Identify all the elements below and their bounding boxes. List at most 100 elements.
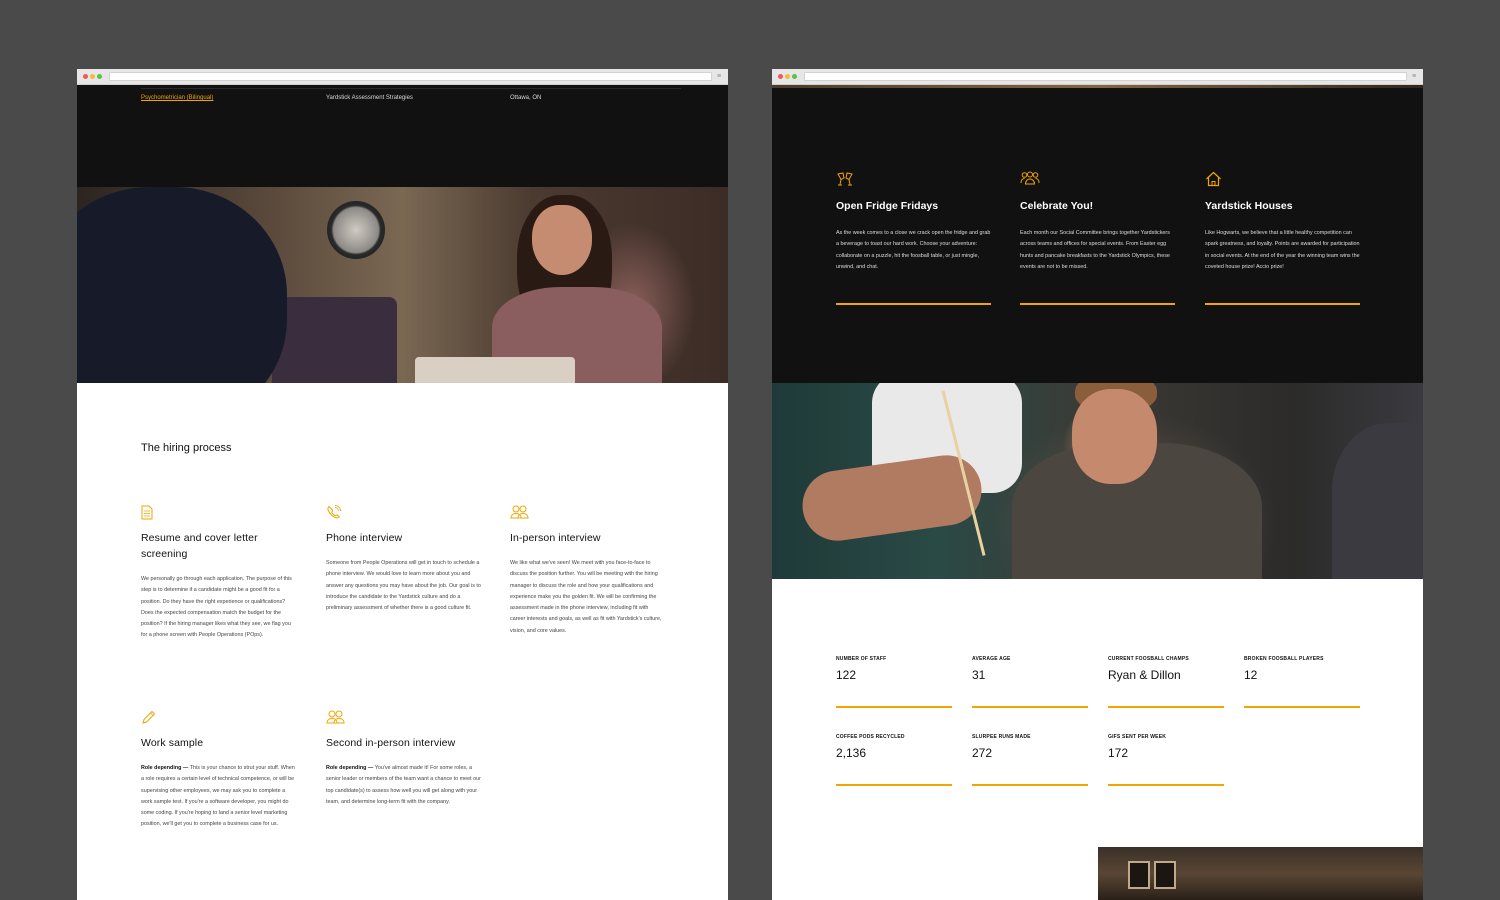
stat-foosball-champs: CURRENT FOOSBALL CHAMPS Ryan & Dillon — [1108, 656, 1224, 708]
browser-chrome: ≡ — [772, 69, 1423, 85]
stat-label: COFFEE PODS RECYCLED — [836, 734, 905, 740]
step-title: Resume and cover letter screening — [141, 532, 258, 560]
stat-number-of-staff: NUMBER OF STAFF 122 — [836, 656, 952, 708]
accent-underline — [836, 706, 952, 708]
arms — [798, 450, 986, 546]
stat-label: BROKEN FOOSBALL PLAYERS — [1244, 656, 1324, 662]
close-window-dot[interactable] — [778, 74, 783, 79]
perk-open-fridge-fridays: Open Fridge Fridays As the week comes to… — [836, 171, 991, 305]
left-page-content: Psychometrician (Bilingual) Yardstick As… — [77, 85, 728, 900]
job-team: Yardstick Assessment Strategies — [326, 95, 413, 101]
people-icon — [510, 505, 529, 519]
laptop — [415, 357, 575, 383]
close-window-dot[interactable] — [83, 74, 88, 79]
job-listing-section: Psychometrician (Bilingual) Yardstick As… — [77, 85, 728, 187]
cheers-icon — [836, 171, 853, 187]
stat-value: 2,136 — [836, 746, 867, 760]
address-bar[interactable] — [109, 72, 712, 81]
accent-underline — [972, 706, 1088, 708]
stat-average-age: AVERAGE AGE 31 — [972, 656, 1088, 708]
office-interview-photo — [77, 187, 728, 383]
step-title: In-person interview — [510, 532, 601, 544]
hamburger-menu-icon[interactable]: ≡ — [717, 73, 724, 80]
accent-underline — [1108, 784, 1224, 786]
role-depending-lead: Role depending — — [141, 765, 189, 771]
perk-title: Yardstick Houses — [1205, 200, 1293, 212]
section-title-hiring-process: The hiring process — [141, 442, 232, 454]
pencil-icon — [141, 710, 156, 724]
step-description: We like what we've seen! We meet with yo… — [510, 560, 662, 634]
step-title: Work sample — [141, 737, 204, 749]
group-icon — [1020, 171, 1040, 187]
step-in-person-interview: In-person interview We like what we've s… — [510, 505, 665, 637]
stat-label: GIFS SENT PER WEEK — [1108, 734, 1167, 740]
stat-value: 31 — [972, 668, 986, 682]
document-icon — [141, 505, 155, 520]
browser-chrome: ≡ — [77, 69, 728, 85]
perk-description: Like Hogwarts, we believe that a little … — [1205, 230, 1360, 271]
address-bar[interactable] — [804, 72, 1407, 81]
job-location: Ottawa, ON — [510, 95, 542, 101]
step-description: Role depending — You've almost made it! … — [326, 763, 481, 808]
stat-label: AVERAGE AGE — [972, 656, 1011, 662]
stat-value: 12 — [1244, 668, 1258, 682]
people-icon — [326, 710, 345, 724]
accent-underline — [1108, 706, 1224, 708]
interviewer-silhouette — [77, 187, 287, 383]
step-title: Second in-person interview — [326, 737, 456, 749]
perk-description: Each month our Social Committee brings t… — [1020, 230, 1170, 271]
perk-yardstick-houses: Yardstick Houses Like Hogwarts, we belie… — [1205, 171, 1360, 305]
minimize-window-dot[interactable] — [90, 74, 95, 79]
accent-underline — [1244, 706, 1360, 708]
minimize-window-dot[interactable] — [785, 74, 790, 79]
stat-value: 172 — [1108, 746, 1129, 760]
divider — [141, 88, 681, 89]
office-sign-photo — [1098, 847, 1423, 900]
accent-underline — [1205, 303, 1360, 305]
perk-celebrate-you: Celebrate You! Each month our Social Com… — [1020, 171, 1175, 305]
stat-gifs-sent: GIFS SENT PER WEEK 172 — [1108, 734, 1224, 786]
perks-section: Open Fridge Fridays As the week comes to… — [772, 85, 1423, 383]
accent-underline — [1020, 303, 1175, 305]
perk-title: Open Fridge Fridays — [836, 200, 939, 212]
stat-broken-foosball-players: BROKEN FOOSBALL PLAYERS 12 — [1244, 656, 1360, 708]
phone-icon — [326, 505, 341, 519]
stat-value: 272 — [972, 746, 993, 760]
step-phone-interview: Phone interview Someone from People Oper… — [326, 505, 481, 614]
side-person — [1332, 423, 1423, 579]
step-description: Role depending — This is your chance to … — [141, 763, 296, 831]
pumpkin-carving-photo — [772, 383, 1423, 579]
step-title: Phone interview — [326, 532, 403, 544]
wall-frame — [1128, 861, 1150, 889]
maximize-window-dot[interactable] — [792, 74, 797, 79]
role-depending-lead: Role depending — — [326, 765, 374, 771]
office-chair — [272, 297, 397, 383]
step-description: We personally go through each applicatio… — [141, 576, 292, 639]
step-description: Someone from People Operations will get … — [326, 560, 481, 612]
job-title-link[interactable]: Psychometrician (Bilingual) — [141, 95, 213, 101]
right-page-content: Open Fridge Fridays As the week comes to… — [772, 85, 1423, 900]
hamburger-menu-icon[interactable]: ≡ — [1412, 73, 1419, 80]
stat-coffee-pods-recycled: COFFEE PODS RECYCLED 2,136 — [836, 734, 952, 786]
perk-description: As the week comes to a close we crack op… — [836, 230, 991, 271]
accent-underline — [972, 784, 1088, 786]
smiling-woman-face — [532, 205, 592, 275]
wall-clock — [327, 201, 385, 259]
man-head — [1072, 389, 1157, 484]
maximize-window-dot[interactable] — [97, 74, 102, 79]
photo-edge — [772, 85, 1423, 88]
step-work-sample: Work sample Role depending — This is you… — [141, 710, 296, 831]
accent-underline — [836, 303, 991, 305]
house-icon — [1205, 171, 1221, 187]
step-body-text: This is your chance to strut your stuff.… — [141, 765, 295, 828]
right-browser-window: ≡ Open Fridge Fridays As the week comes … — [772, 69, 1423, 900]
wall-frame — [1154, 861, 1176, 889]
accent-underline — [836, 784, 952, 786]
stat-value: Ryan & Dillon — [1108, 668, 1181, 682]
stat-slurpee-runs: SLURPEE RUNS MADE 272 — [972, 734, 1088, 786]
step-second-in-person-interview: Second in-person interview Role dependin… — [326, 710, 481, 808]
stat-label: SLURPEE RUNS MADE — [972, 734, 1031, 740]
stat-label: CURRENT FOOSBALL CHAMPS — [1108, 656, 1189, 662]
step-resume-screening: Resume and cover letter screening We per… — [141, 505, 296, 642]
left-browser-window: ≡ Psychometrician (Bilingual) Yardstick … — [77, 69, 728, 900]
